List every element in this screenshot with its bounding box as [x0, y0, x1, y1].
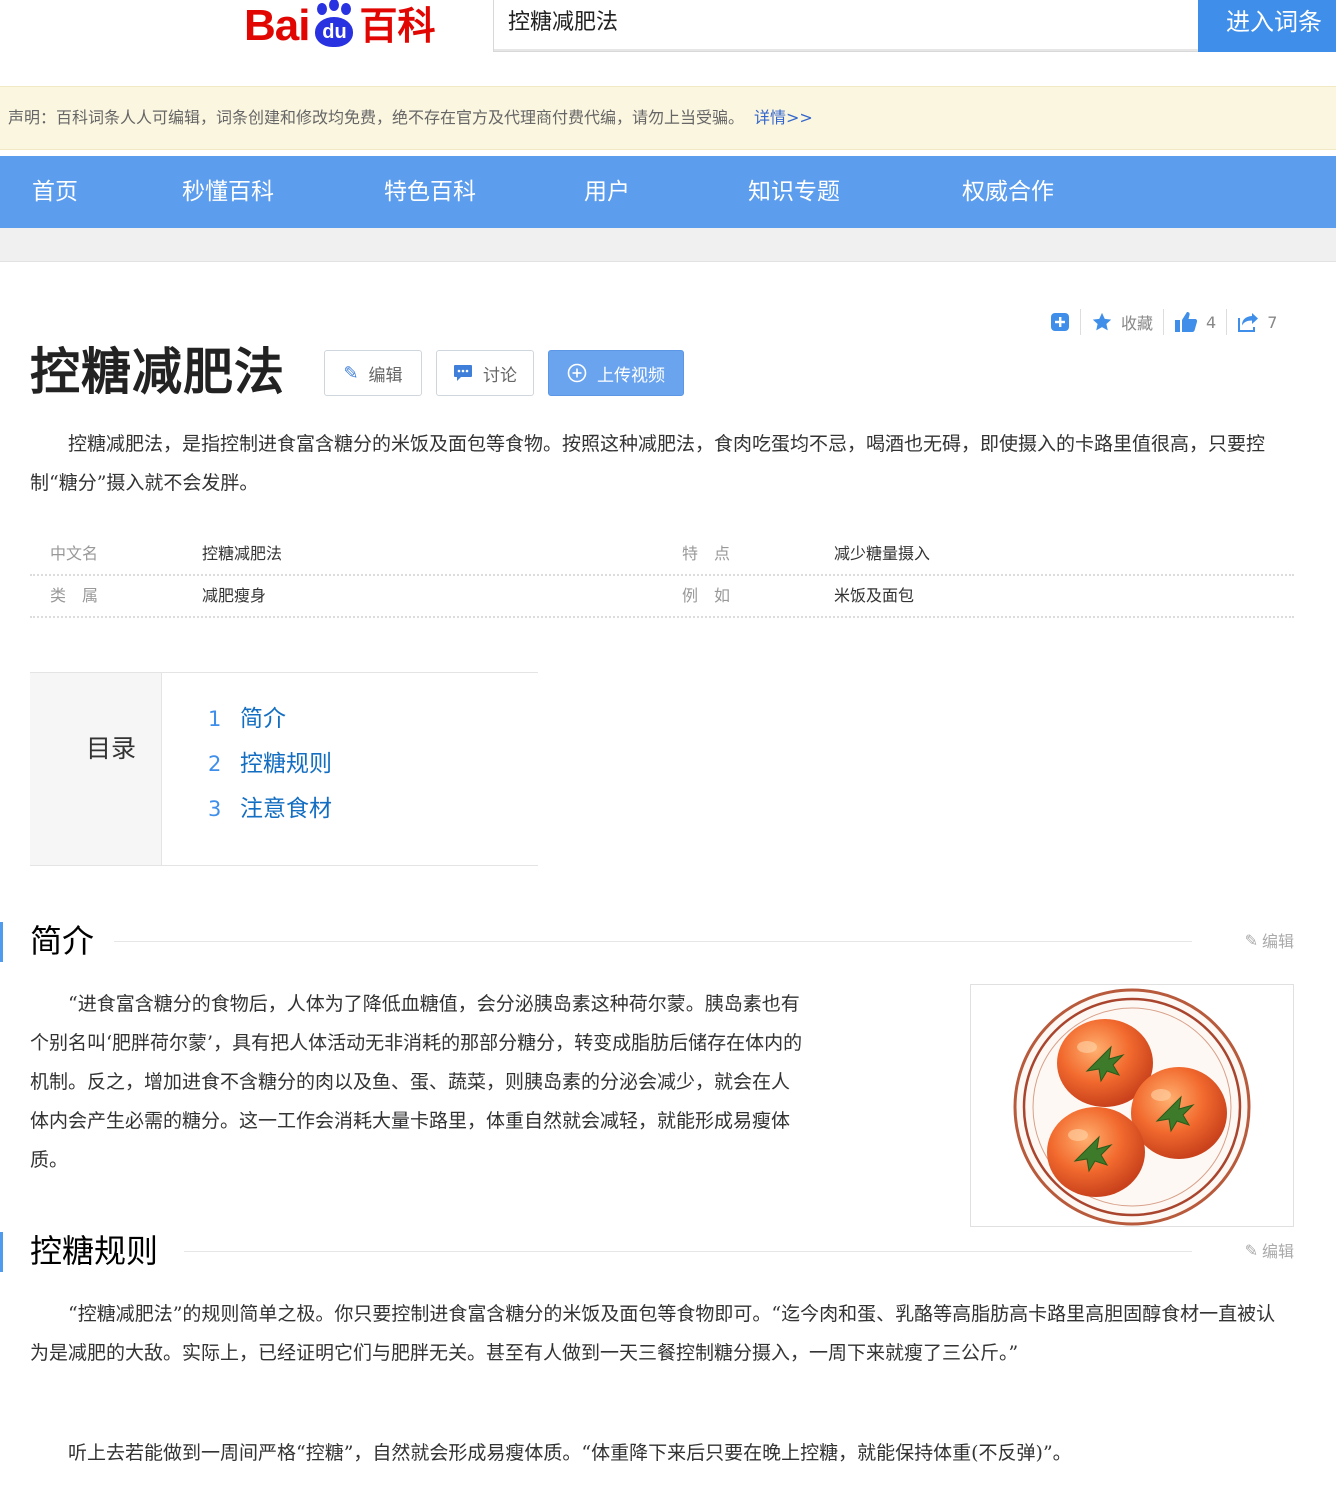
share-count: 7 [1267, 312, 1278, 332]
section-edit-label: 编辑 [1261, 932, 1294, 951]
entry-summary: 控糖减肥法，是指控制进食富含糖分的米饭及面包等食物。按照这种减肥法，食肉吃蛋均不… [30, 433, 1266, 494]
thumbs-up-icon [1175, 312, 1198, 332]
nav-item-cooperation[interactable]: 权威合作 [962, 156, 1054, 228]
sub-bar [0, 228, 1336, 262]
catalog-item-label: 控糖规则 [240, 751, 332, 777]
section-header-intro: 简介 ✎ 编辑 [0, 916, 1336, 966]
catalog-item-label: 简介 [240, 706, 286, 732]
nav-item-topics[interactable]: 知识专题 [748, 156, 840, 228]
section-marker [0, 922, 3, 962]
plus-square-icon [1051, 313, 1069, 331]
section-edit-button[interactable]: ✎ 编辑 [1245, 1238, 1294, 1262]
logo-bai: Bai [244, 1, 310, 50]
add-tool[interactable] [1040, 308, 1080, 336]
rules-paragraph: “控糖减肥法”的规则简单之极。你只要控制进食富含糖分的米饭及面包等食物即可。“迄… [30, 1303, 1276, 1364]
catalog-item[interactable]: 1 简介 [208, 699, 286, 739]
nav-item-home[interactable]: 首页 [32, 156, 78, 228]
logo-baike: 百科 [359, 4, 436, 48]
info-row: 类 属 减肥瘦身 例 如 米饭及面包 [30, 576, 1294, 618]
tomato-plate-image[interactable] [970, 984, 1294, 1227]
paw-icon: du [311, 0, 357, 49]
discuss-button[interactable]: 讨论 [436, 350, 534, 396]
top-bar: Bai du 百科 控糖减肥法 进入词条 [0, 0, 1336, 58]
info-key: 类 属 [50, 586, 99, 605]
collect-label: 收藏 [1121, 314, 1154, 333]
section-rule [114, 941, 1192, 942]
notice-text: 声明：百科词条人人可编辑，词条创建和修改均免费，绝不存在官方及代理商付费代编，请… [8, 108, 745, 127]
pencil-icon: ✎ [343, 362, 359, 384]
section-edit-button[interactable]: ✎ 编辑 [1245, 928, 1294, 952]
section-edit-label: 编辑 [1261, 1242, 1294, 1261]
catalog-title: 目录 [86, 734, 137, 763]
info-value: 减肥瘦身 [202, 586, 267, 605]
entry-tools: 收藏 4 7 [1040, 306, 1287, 338]
catalog-label-panel: 目录 [30, 673, 162, 865]
search-input[interactable]: 控糖减肥法 [493, 0, 1199, 52]
nav-item-featured[interactable]: 特色百科 [384, 156, 476, 228]
catalog-item-number: 2 [208, 752, 222, 776]
section-rule [184, 1251, 1192, 1252]
notice-details-link[interactable]: 详情>> [754, 108, 813, 127]
share-icon [1238, 313, 1259, 332]
pencil-icon: ✎ [1244, 1240, 1258, 1260]
intro-line: 质。 [30, 1149, 69, 1171]
info-value: 减少糖量摄入 [834, 544, 931, 563]
intro-paragraph: “进食富含糖分的食物后，人体为了降低血糖值，会分泌胰岛素这种荷尔蒙。胰岛素也有 … [30, 985, 940, 1180]
plus-circle-icon [567, 363, 587, 383]
baidu-baike-logo[interactable]: Bai du 百科 [244, 0, 436, 52]
intro-line: 机制。反之，增加进食不含糖分的肉以及鱼、蛋、蔬菜，则胰岛素的分泌会减少，就会在人 [30, 1071, 791, 1093]
section-header-rules: 控糖规则 ✎ 编辑 [0, 1226, 1336, 1276]
edit-button[interactable]: ✎ 编辑 [324, 350, 422, 396]
info-key: 特 点 [682, 544, 731, 563]
catalog: 目录 1 简介 2 控糖规则 3 注意食材 [30, 672, 538, 866]
info-key: 例 如 [682, 586, 731, 605]
upload-video-button[interactable]: 上传视频 [548, 350, 684, 396]
catalog-item[interactable]: 2 控糖规则 [208, 744, 332, 784]
nav-item-users[interactable]: 用户 [584, 156, 630, 228]
star-icon [1092, 312, 1112, 331]
tomato-plate-illustration [1013, 988, 1251, 1226]
main-nav: 首页 秒懂百科 特色百科 用户 知识专题 权威合作 [0, 156, 1336, 228]
catalog-item[interactable]: 3 注意食材 [208, 789, 332, 829]
disclaimer-notice: 声明：百科词条人人可编辑，词条创建和修改均免费，绝不存在官方及代理商付费代编，请… [0, 86, 1336, 150]
enter-entry-button[interactable]: 进入词条 [1198, 0, 1336, 52]
info-row: 中文名 控糖减肥法 特 点 减少糖量摄入 [30, 534, 1294, 576]
info-value: 控糖减肥法 [202, 544, 283, 563]
rules-paragraph-2: 听上去若能做到一周间严格“控糖”，自然就会形成易瘦体质。“体重降下来后只要在晚上… [68, 1442, 1072, 1464]
catalog-item-number: 3 [208, 797, 222, 821]
discuss-label: 讨论 [483, 365, 517, 386]
nav-item-miaodong[interactable]: 秒懂百科 [182, 156, 274, 228]
catalog-item-number: 1 [208, 707, 222, 731]
like-count: 4 [1206, 312, 1217, 332]
info-value: 米饭及面包 [834, 586, 915, 605]
entry-title: 控糖减肥法 [30, 342, 285, 401]
catalog-item-label: 注意食材 [240, 796, 332, 822]
intro-line: 个别名叫‘肥胖荷尔蒙’，具有把人体活动无非消耗的那部分糖分，转变成脂肪后储存在体… [30, 1032, 803, 1054]
section-marker [0, 1232, 3, 1272]
upload-label: 上传视频 [597, 365, 665, 386]
section-title: 简介 [30, 916, 109, 966]
share-button[interactable]: 7 [1227, 308, 1287, 336]
intro-line: 体内会产生必需的糖分。这一工作会消耗大量卡路里，体重自然就会减轻，就能形成易瘦体 [30, 1110, 791, 1132]
intro-line: “进食富含糖分的食物后，人体为了降低血糖值，会分泌胰岛素这种荷尔蒙。胰岛素也有 [68, 993, 800, 1015]
info-key: 中文名 [50, 544, 99, 563]
edit-label: 编辑 [368, 365, 403, 386]
basic-info: 中文名 控糖减肥法 特 点 减少糖量摄入 类 属 减肥瘦身 例 如 米饭及面包 [30, 534, 1294, 618]
section-title: 控糖规则 [30, 1226, 173, 1276]
collect-button[interactable]: 收藏 [1081, 308, 1163, 336]
like-button[interactable]: 4 [1164, 308, 1226, 336]
pencil-icon: ✎ [1244, 930, 1258, 950]
chat-icon [454, 365, 472, 381]
